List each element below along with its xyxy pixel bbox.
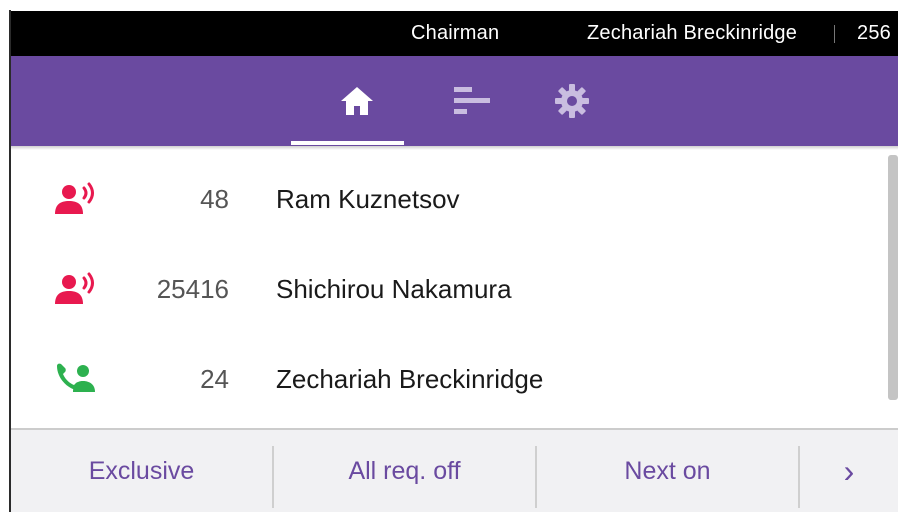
participant-list: 48 Ram Kuznetsov 25416 Shichirou Nakamur…	[11, 150, 898, 428]
all-requests-off-button[interactable]: All req. off	[274, 430, 535, 512]
next-on-button[interactable]: Next on	[537, 430, 798, 512]
user-name: Zechariah Breckinridge	[587, 22, 798, 44]
tab-settings[interactable]	[527, 56, 617, 146]
speaking-participant-icon	[55, 272, 94, 304]
user-extension: 256	[857, 22, 891, 44]
home-icon	[341, 87, 373, 115]
list-scrollbar[interactable]	[888, 155, 898, 400]
list-icon	[454, 87, 490, 114]
softkey-bar: Exclusive All req. off Next on ›	[11, 428, 898, 512]
more-softkeys-button[interactable]: ›	[800, 430, 898, 512]
participant-extension: 48	[200, 184, 229, 214]
tab-home[interactable]	[301, 56, 413, 146]
participant-name: Shichirou Nakamura	[276, 274, 512, 304]
tab-list[interactable]	[427, 56, 517, 146]
participant-name: Ram Kuznetsov	[276, 184, 460, 214]
tab-bar	[11, 56, 898, 146]
participant-row[interactable]: 48 Ram Kuznetsov	[11, 152, 881, 242]
participant-extension: 24	[200, 364, 229, 394]
speaking-participant-icon	[55, 182, 94, 214]
status-divider	[834, 25, 835, 43]
chevron-right-icon: ›	[843, 452, 855, 489]
call-participant-icon	[57, 363, 95, 392]
participant-extension: 25416	[156, 274, 229, 304]
phone-screen: Chairman Zechariah Breckinridge 256 48 R…	[0, 0, 898, 512]
status-bar: Chairman Zechariah Breckinridge 256	[11, 11, 898, 56]
participant-row[interactable]: 25416 Shichirou Nakamura	[11, 242, 881, 332]
participant-name: Zechariah Breckinridge	[276, 364, 544, 394]
exclusive-button[interactable]: Exclusive	[11, 430, 272, 512]
active-tab-indicator	[291, 141, 404, 145]
participant-row[interactable]: 24 Zechariah Breckinridge	[11, 332, 881, 422]
gear-icon	[555, 84, 589, 118]
user-role: Chairman	[411, 22, 500, 44]
